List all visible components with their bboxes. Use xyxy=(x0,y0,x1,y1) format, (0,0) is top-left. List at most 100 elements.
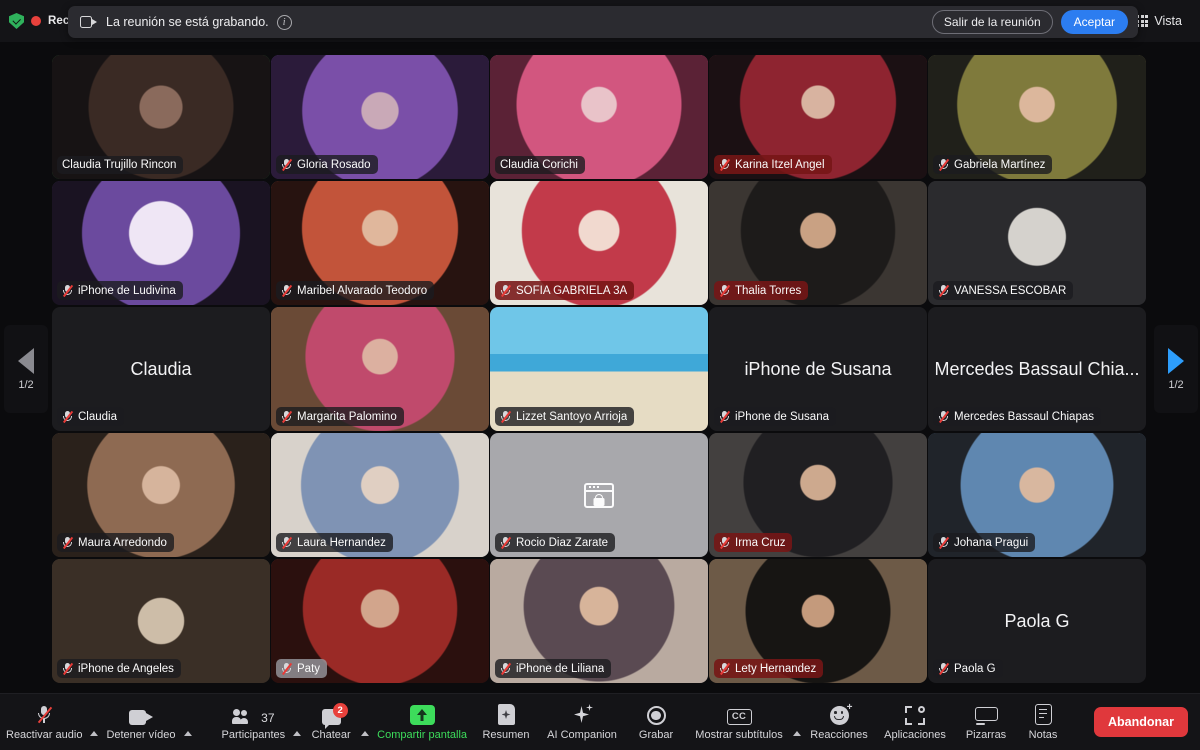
microphone-muted-icon xyxy=(281,536,293,549)
participant-name-label: Mercedes Bassaul Chiapas xyxy=(933,407,1101,426)
participant-tile[interactable]: iPhone de Angeles xyxy=(52,559,270,683)
participant-tile[interactable]: Claudia Corichi xyxy=(490,55,708,179)
participant-tile[interactable]: Johana Pragui xyxy=(928,433,1146,557)
stop-video-label: Detener vídeo xyxy=(106,729,176,741)
participant-tile[interactable]: iPhone de Susana iPhone de Susana xyxy=(709,307,927,431)
microphone-muted-icon xyxy=(281,410,293,423)
participant-tile[interactable]: Gloria Rosado xyxy=(271,55,489,179)
chevron-up-icon xyxy=(793,730,802,736)
participant-tile[interactable]: Irma Cruz xyxy=(709,433,927,557)
participant-name-label: Laura Hernandez xyxy=(276,533,393,552)
summary-doc-icon xyxy=(497,703,515,725)
participants-options-button[interactable] xyxy=(291,708,303,750)
page-indicator-left: 1/2 xyxy=(18,378,34,391)
participant-name-text: Gloria Rosado xyxy=(297,158,371,171)
microphone-muted-icon xyxy=(719,662,731,675)
view-button[interactable]: Vista xyxy=(1130,10,1188,32)
participant-tile[interactable]: Lizzet Santoyo Arrioja xyxy=(490,307,708,431)
microphone-muted-icon xyxy=(281,158,293,171)
video-options-button[interactable] xyxy=(182,708,194,750)
participant-tile[interactable]: Maura Arredondo xyxy=(52,433,270,557)
participant-tile[interactable]: Paola G Paola G xyxy=(928,559,1146,683)
chat-options-button[interactable] xyxy=(359,708,371,750)
record-button[interactable]: Grabar xyxy=(625,694,687,750)
audio-options-button[interactable] xyxy=(88,708,100,750)
participant-name-text: SOFIA GABRIELA 3A xyxy=(516,284,628,297)
participant-name-text: iPhone de Ludivina xyxy=(78,284,176,297)
participant-tile[interactable]: Gabriela Martínez xyxy=(928,55,1146,179)
captions-options-button[interactable] xyxy=(791,708,803,750)
participant-name-text: Lety Hernandez xyxy=(735,662,817,675)
chevron-up-icon xyxy=(293,730,302,736)
participant-name-label: iPhone de Ludivina xyxy=(57,281,183,300)
participant-name-label: Gabriela Martínez xyxy=(933,155,1053,174)
participant-tile[interactable]: VANESSA ESCOBAR xyxy=(928,181,1146,305)
participant-gallery: Claudia Trujillo Rincon Gloria Rosado Clau… xyxy=(52,55,1148,693)
microphone-muted-icon xyxy=(500,284,512,297)
participant-tile[interactable]: Maribel Alvarado Teodoro xyxy=(271,181,489,305)
participant-tile[interactable]: Laura Hernandez xyxy=(271,433,489,557)
view-button-label: Vista xyxy=(1154,14,1182,28)
participant-tile[interactable]: Claudia Claudia xyxy=(52,307,270,431)
participants-label: Participantes xyxy=(221,729,286,741)
participant-name-text: Maribel Alvarado Teodoro xyxy=(297,284,428,297)
participant-tile[interactable]: Lety Hernandez xyxy=(709,559,927,683)
participant-name-label: Margarita Palomino xyxy=(276,407,404,426)
participant-name-text: iPhone de Susana xyxy=(735,410,829,423)
reactions-label: Reacciones xyxy=(810,729,868,741)
unmute-audio-button[interactable]: Reactivar audio xyxy=(0,694,88,750)
participant-name-text: Gabriela Martínez xyxy=(954,158,1046,171)
participant-name-label: Paty xyxy=(276,659,328,678)
participant-tile[interactable]: iPhone de Ludivina xyxy=(52,181,270,305)
grid-view-icon xyxy=(1136,15,1149,27)
participant-tile[interactable]: Mercedes Bassaul Chia... Mercedes Bassaul… xyxy=(928,307,1146,431)
record-label: Grabar xyxy=(638,729,674,741)
microphone-muted-icon xyxy=(938,158,950,171)
participant-tile[interactable]: Thalia Torres xyxy=(709,181,927,305)
captions-label: Mostrar subtítulos xyxy=(695,729,783,741)
microphone-muted-icon xyxy=(719,536,731,549)
microphone-muted-icon xyxy=(500,662,512,675)
participant-tile[interactable]: iPhone de Liliana xyxy=(490,559,708,683)
notes-button[interactable]: Notas xyxy=(1017,694,1069,750)
apps-button[interactable]: Aplicaciones xyxy=(875,694,955,750)
participant-name-text: Mercedes Bassaul Chiapas xyxy=(954,410,1094,423)
participant-tile[interactable]: SOFIA GABRIELA 3A xyxy=(490,181,708,305)
microphone-muted-icon xyxy=(719,158,731,171)
participant-tile[interactable]: Karina Itzel Angel xyxy=(709,55,927,179)
leave-meeting-button[interactable]: Salir de la reunión xyxy=(931,10,1053,34)
previous-page-button[interactable]: 1/2 xyxy=(4,325,48,413)
reactions-button[interactable]: + Reacciones xyxy=(803,694,875,750)
participant-name-label: Karina Itzel Angel xyxy=(714,155,832,174)
gallery-grid: Claudia Trujillo Rincon Gloria Rosado Clau… xyxy=(52,55,1148,683)
whiteboards-button[interactable]: Pizarras xyxy=(955,694,1017,750)
next-page-button[interactable]: 1/2 xyxy=(1154,325,1198,413)
accept-recording-button[interactable]: Aceptar xyxy=(1060,10,1128,34)
participant-name-label: iPhone de Angeles xyxy=(57,659,181,678)
unmute-audio-label: Reactivar audio xyxy=(6,729,83,741)
participant-name-text: Claudia xyxy=(78,410,117,423)
participant-tile[interactable]: Margarita Palomino xyxy=(271,307,489,431)
participants-button[interactable]: 37 Participantes xyxy=(216,694,292,750)
participant-name-text: VANESSA ESCOBAR xyxy=(954,284,1067,297)
microphone-muted-icon xyxy=(938,284,950,297)
microphone-muted-icon xyxy=(938,410,950,423)
summary-button[interactable]: Resumen xyxy=(473,694,539,750)
stop-video-button[interactable]: Detener vídeo xyxy=(100,694,181,750)
ai-companion-button[interactable]: AI Companion xyxy=(539,694,625,750)
recording-notice-banner: La reunión se está grabando. i Salir de … xyxy=(68,6,1138,38)
chat-button[interactable]: 2 Chatear xyxy=(303,694,359,750)
leave-button[interactable]: Abandonar xyxy=(1094,707,1188,737)
participant-tile[interactable]: Paty xyxy=(271,559,489,683)
participant-tile[interactable]: Claudia Trujillo Rincon xyxy=(52,55,270,179)
participant-name-text: Claudia Trujillo Rincon xyxy=(62,159,177,171)
microphone-muted-icon xyxy=(37,703,53,725)
record-circle-icon xyxy=(646,703,666,725)
captions-button[interactable]: CC Mostrar subtítulos xyxy=(687,694,791,750)
microphone-muted-icon xyxy=(938,662,950,675)
share-screen-button[interactable]: Compartir pantalla xyxy=(371,694,473,750)
participant-tile[interactable]: Rocio Diaz Zarate xyxy=(490,433,708,557)
participant-name-text: Claudia Corichi xyxy=(500,159,578,171)
microphone-muted-icon xyxy=(62,284,74,297)
info-circle-icon[interactable]: i xyxy=(276,14,292,30)
